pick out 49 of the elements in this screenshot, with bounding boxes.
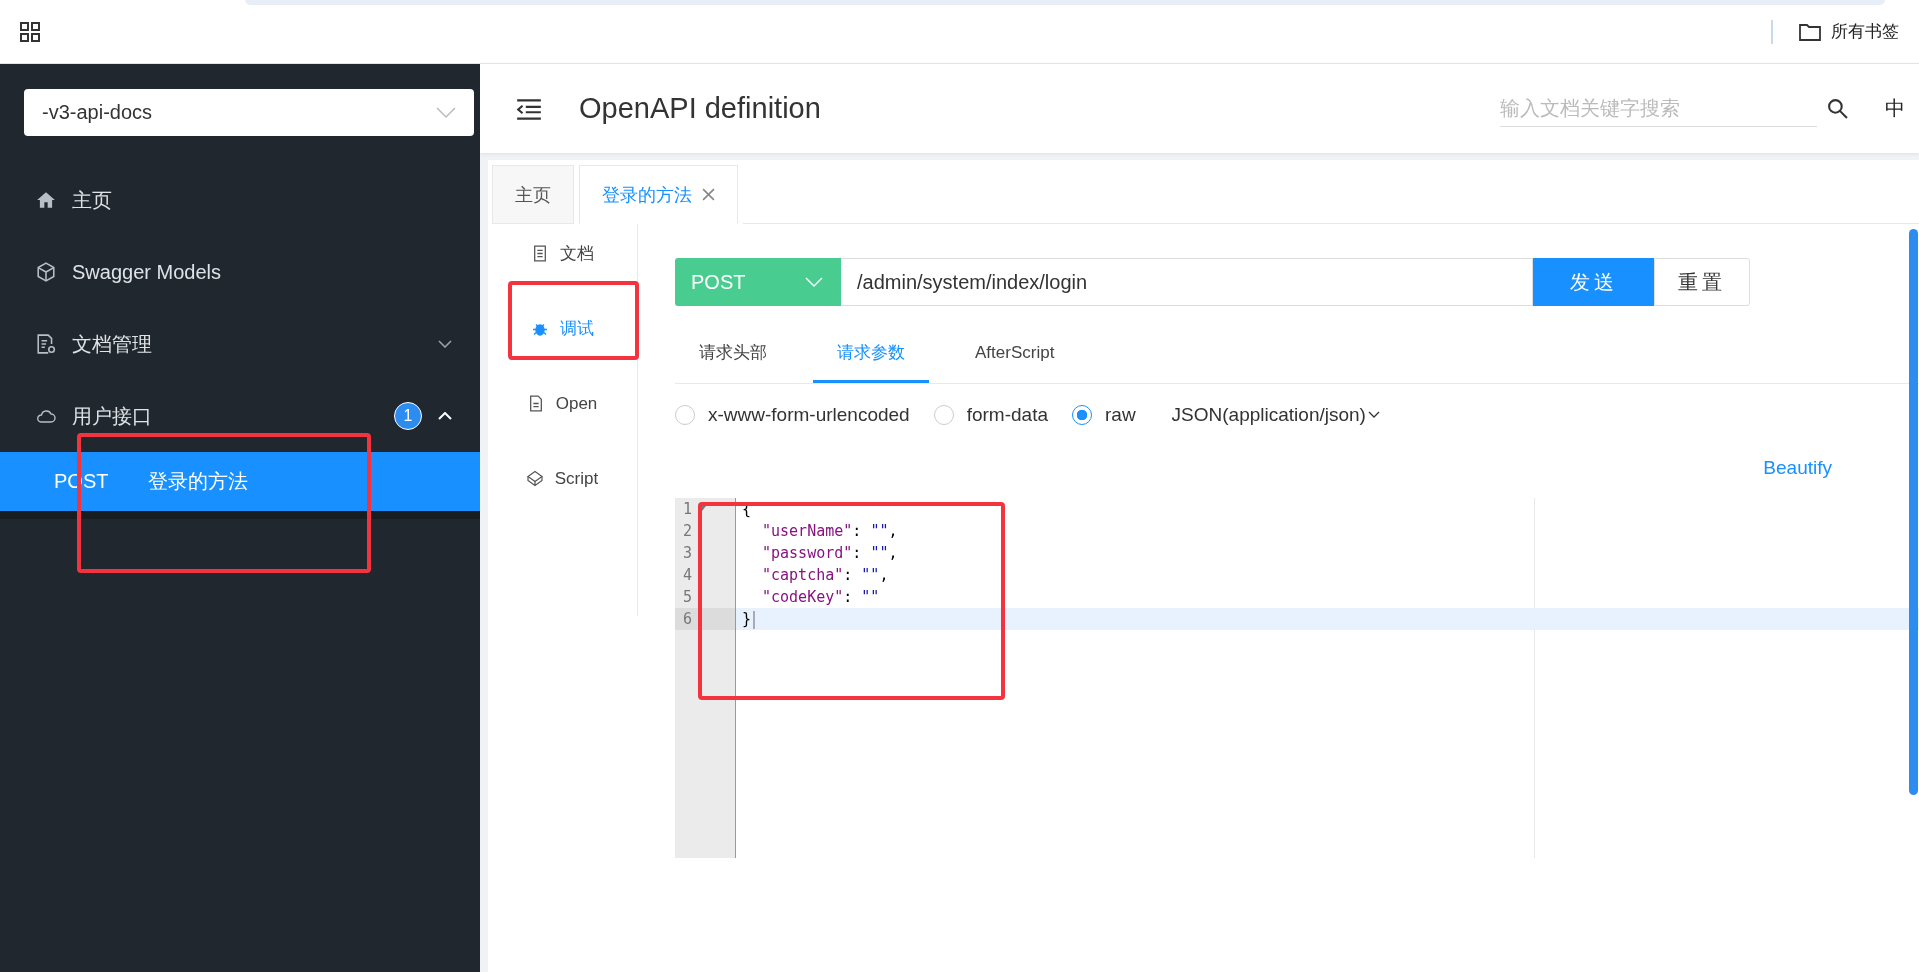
sidebar-item[interactable]: 用户接口 1 <box>0 380 480 452</box>
sidebar-item[interactable]: 主页 <box>0 164 480 236</box>
line-number: 5 <box>682 587 694 608</box>
home-icon <box>36 190 56 210</box>
apps-grid-icon[interactable] <box>20 21 40 42</box>
menu-collapse-icon[interactable] <box>515 97 543 120</box>
line-number: 4 <box>682 565 694 586</box>
cube-icon <box>526 470 543 487</box>
chevron-down-icon <box>1367 411 1380 419</box>
page-tab[interactable]: 主页 <box>492 165 574 224</box>
chevron-up-icon <box>438 412 452 420</box>
endpoint-label: 登录的方法 <box>148 469 249 494</box>
language-label[interactable]: 中 <box>1885 95 1905 122</box>
radio-label[interactable]: form-data <box>966 404 1048 426</box>
chevron-down-icon <box>805 277 823 287</box>
view-menu-item[interactable]: Open <box>488 366 637 441</box>
bookmarks-label[interactable]: 所有书签 <box>1831 20 1899 43</box>
scrollbar[interactable] <box>1909 229 1918 795</box>
line-number: 3 <box>682 543 694 564</box>
params-tab[interactable]: 请求头部 <box>675 325 791 383</box>
file-icon <box>527 395 544 412</box>
view-menu-item[interactable]: Script <box>488 441 637 516</box>
radio-label[interactable]: raw <box>1105 404 1136 426</box>
code-line: "password": "", <box>761 543 899 564</box>
url-field[interactable]: /admin/system/index/login <box>841 258 1533 306</box>
line-number: 6 <box>675 608 735 630</box>
page-title: OpenAPI definition <box>579 92 821 125</box>
search-icon[interactable] <box>1827 98 1848 119</box>
sidebar-item[interactable]: Swagger Models <box>0 236 480 308</box>
document-gear-icon <box>36 334 56 354</box>
count-badge: 1 <box>394 402 422 430</box>
chevron-down-icon <box>438 340 452 348</box>
chevron-down-icon <box>436 106 456 119</box>
code-line: "userName": "", <box>761 521 899 542</box>
line-number: 1 <box>675 498 735 520</box>
folder-icon[interactable] <box>1799 22 1821 41</box>
params-tab[interactable]: AfterScript <box>951 325 1079 383</box>
reset-button[interactable]: 重置 <box>1654 258 1750 306</box>
group-select[interactable]: -v3-api-docs <box>24 89 474 136</box>
radio-label[interactable]: x-www-form-urlencoded <box>708 404 910 426</box>
code-line: "captcha": "", <box>761 565 890 586</box>
cube-icon <box>36 262 56 282</box>
line-number: 2 <box>682 521 694 542</box>
sidebar-item[interactable]: 文档管理 <box>0 308 480 380</box>
close-icon[interactable] <box>702 188 715 201</box>
document-icon <box>531 245 548 262</box>
radio-button[interactable] <box>1072 405 1092 425</box>
code-line: "codeKey": "" <box>761 587 881 608</box>
content-type-select[interactable]: JSON(application/json) <box>1171 404 1380 426</box>
